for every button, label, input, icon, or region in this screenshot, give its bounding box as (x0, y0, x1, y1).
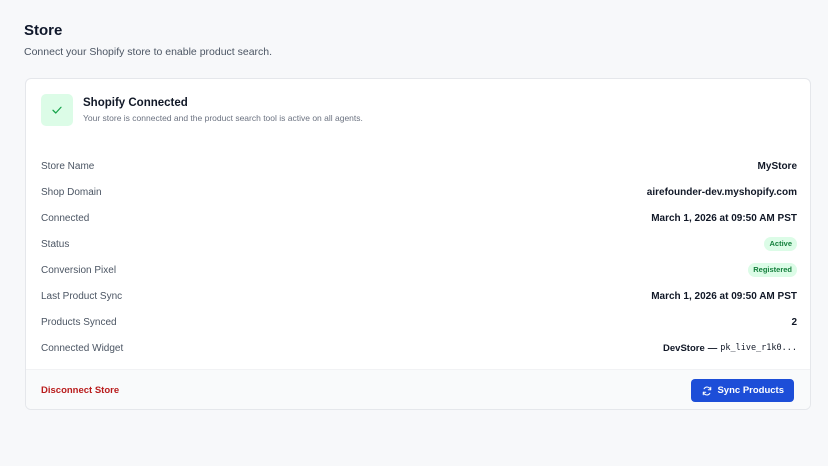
store-name-value: MyStore (757, 160, 797, 172)
detail-label: Products Synced (41, 316, 117, 328)
detail-label: Shop Domain (41, 186, 102, 198)
connected-date-value: March 1, 2026 at 09:50 AM PST (651, 212, 797, 224)
connection-title: Shopify Connected (83, 97, 188, 109)
sync-products-label: Sync Products (717, 385, 784, 396)
refresh-icon (702, 386, 712, 396)
widget-separator: — (707, 342, 718, 354)
detail-label: Conversion Pixel (41, 264, 117, 276)
detail-row-store-name: Store Name MyStore (41, 153, 797, 179)
widget-name: DevStore (663, 342, 705, 354)
last-sync-value: March 1, 2026 at 09:50 AM PST (651, 290, 797, 302)
conversion-pixel-badge: Registered (748, 263, 797, 277)
connected-widget-value: DevStore — pk_live_r1k0... (663, 343, 797, 354)
card-footer: Disconnect Store Sync Products (26, 369, 810, 409)
detail-label: Store Name (41, 160, 95, 172)
shop-domain-value: airefounder-dev.myshopify.com (646, 186, 797, 198)
detail-label: Connected (41, 212, 90, 224)
detail-label: Last Product Sync (41, 290, 123, 302)
page-subtitle: Connect your Shopify store to enable pro… (24, 46, 273, 58)
sync-products-button[interactable]: Sync Products (691, 379, 794, 402)
detail-row-last-product-sync: Last Product Sync March 1, 2026 at 09:50… (41, 283, 797, 309)
connection-status-header: Shopify Connected Your store is connecte… (41, 94, 363, 126)
widget-public-key: pk_live_r1k0... (720, 343, 797, 353)
store-details-list: Store Name MyStore Shop Domain airefound… (41, 153, 797, 361)
products-synced-value: 2 (791, 316, 797, 328)
detail-row-connected: Connected March 1, 2026 at 09:50 AM PST (41, 205, 797, 231)
detail-row-shop-domain: Shop Domain airefounder-dev.myshopify.co… (41, 179, 797, 205)
status-badge: Active (764, 237, 797, 251)
connection-description: Your store is connected and the product … (83, 113, 363, 123)
detail-row-status: Status Active (41, 231, 797, 257)
store-connection-card: Shopify Connected Your store is connecte… (25, 78, 811, 410)
detail-row-conversion-pixel: Conversion Pixel Registered (41, 257, 797, 283)
detail-row-connected-widget: Connected Widget DevStore — pk_live_r1k0… (41, 335, 797, 361)
page-title: Store (24, 22, 63, 39)
disconnect-store-button[interactable]: Disconnect Store (41, 385, 119, 396)
check-icon (41, 94, 73, 126)
detail-label: Status (41, 238, 70, 250)
detail-row-products-synced: Products Synced 2 (41, 309, 797, 335)
detail-label: Connected Widget (41, 342, 124, 354)
